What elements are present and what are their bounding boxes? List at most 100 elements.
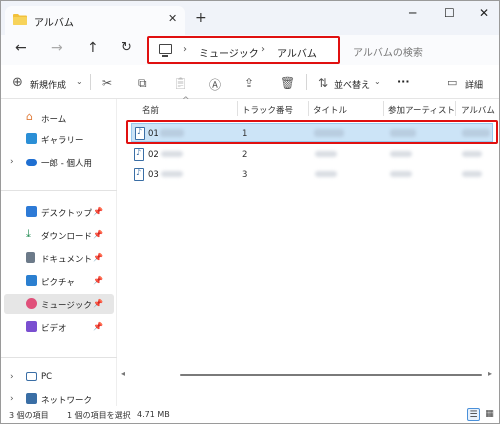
close-window-button[interactable]: ✕ bbox=[479, 6, 489, 20]
file-list: ^ 名前 トラック番号 タイトル 参加アーティスト アルバム 01 1 02 bbox=[118, 96, 499, 406]
breadcrumb-separator: › bbox=[261, 44, 265, 55]
refresh-button[interactable]: ↻ bbox=[121, 40, 132, 55]
table-row[interactable]: 03 3 bbox=[118, 165, 499, 184]
onedrive-icon bbox=[26, 159, 37, 166]
breadcrumb-music[interactable]: ミュージック bbox=[199, 45, 259, 60]
column-header-title[interactable]: タイトル bbox=[313, 104, 347, 116]
details-pane-icon: ▭ bbox=[447, 76, 458, 89]
paste-icon[interactable]: 📋︎ bbox=[173, 76, 188, 90]
folder-icon bbox=[13, 14, 27, 25]
tab-title: アルバム bbox=[34, 18, 74, 29]
sidebar-item-pc[interactable]: › PC bbox=[1, 367, 114, 387]
sidebar-item-pictures[interactable]: ピクチャ 📌 bbox=[1, 271, 114, 291]
scroll-right-icon[interactable]: ▸ bbox=[488, 369, 492, 378]
sidebar-item-label: ダウンロード bbox=[41, 232, 93, 242]
selection-highlight-box bbox=[126, 120, 498, 144]
column-divider[interactable] bbox=[237, 101, 238, 116]
new-tab-button[interactable]: + bbox=[195, 10, 207, 26]
sidebar-item-label: 一郎 - 個人用 bbox=[41, 159, 92, 169]
sidebar-item-downloads[interactable]: ⤓ ダウンロード 📌 bbox=[1, 225, 114, 245]
horizontal-scrollbar[interactable]: ◂ ▸ bbox=[118, 369, 499, 380]
sidebar-item-label: ミュージック bbox=[41, 301, 92, 311]
sidebar-divider bbox=[1, 190, 117, 191]
pin-icon: 📌 bbox=[93, 299, 103, 308]
minimize-button[interactable]: ─ bbox=[409, 6, 416, 20]
column-divider[interactable] bbox=[455, 101, 456, 116]
sort-button[interactable]: 並べ替え bbox=[334, 78, 370, 91]
chevron-right-icon[interactable]: › bbox=[10, 394, 14, 404]
pin-icon: 📌 bbox=[93, 253, 103, 262]
redacted-text bbox=[161, 171, 183, 177]
videos-icon bbox=[26, 321, 37, 332]
column-header-row: ^ 名前 トラック番号 タイトル 参加アーティスト アルバム bbox=[118, 96, 499, 118]
sidebar-item-home[interactable]: ⌂ ホーム bbox=[1, 108, 114, 128]
search-placeholder: アルバムの検索 bbox=[353, 48, 423, 59]
chevron-down-icon[interactable]: ⌄ bbox=[374, 77, 381, 86]
column-header-artist[interactable]: 参加アーティスト bbox=[388, 104, 455, 116]
pin-icon: 📌 bbox=[93, 207, 103, 216]
pin-icon: 📌 bbox=[93, 322, 103, 331]
sidebar-item-label: デスクトップ bbox=[41, 209, 93, 219]
title-bar: アルバム ✕ + ─ ☐ ✕ bbox=[1, 1, 499, 35]
close-tab-icon[interactable]: ✕ bbox=[168, 12, 177, 25]
sidebar-item-label: ネットワーク bbox=[41, 396, 93, 406]
command-bar: ⊕ 新規作成 ⌄ ✂ ⧉ 📋︎ Ⓐ ⇪ 🗑︎ ⇅ 並べ替え ⌄ ··· ▭ 詳細 bbox=[1, 65, 499, 99]
back-button[interactable]: ← bbox=[15, 40, 27, 56]
redacted-text bbox=[390, 151, 412, 157]
chevron-right-icon[interactable]: › bbox=[10, 372, 14, 382]
table-row[interactable]: 02 2 bbox=[118, 145, 499, 164]
share-icon[interactable]: ⇪ bbox=[244, 76, 254, 90]
download-icon: ⤓ bbox=[26, 227, 31, 240]
maximize-button[interactable]: ☐ bbox=[444, 6, 455, 20]
redacted-text bbox=[390, 171, 412, 177]
column-divider[interactable] bbox=[383, 101, 384, 116]
column-divider[interactable] bbox=[308, 101, 309, 116]
status-bar: 3 個の項目 1 個の項目を選択 4.71 MB ☰ ▦ bbox=[1, 406, 499, 423]
forward-button[interactable]: → bbox=[51, 40, 63, 56]
selection-size: 4.71 MB bbox=[137, 410, 170, 419]
scrollbar-thumb[interactable] bbox=[180, 374, 482, 376]
file-explorer-window: アルバム ✕ + ─ ☐ ✕ ← → ↑ ↻ › ミュージック › アルバム ア… bbox=[0, 0, 500, 424]
sidebar-divider bbox=[1, 357, 117, 358]
new-button[interactable]: 新規作成 bbox=[30, 78, 66, 91]
redacted-text bbox=[462, 171, 482, 177]
sidebar-item-desktop[interactable]: デスクトップ 📌 bbox=[1, 202, 114, 222]
sidebar-item-label: ビデオ bbox=[41, 324, 67, 334]
chevron-down-icon[interactable]: ⌄ bbox=[76, 77, 83, 86]
column-header-track[interactable]: トラック番号 bbox=[242, 104, 293, 116]
scroll-left-icon[interactable]: ◂ bbox=[121, 369, 125, 378]
track-number: 3 bbox=[242, 170, 248, 180]
delete-icon[interactable]: 🗑︎ bbox=[280, 76, 295, 90]
search-box[interactable]: アルバムの検索 bbox=[343, 39, 495, 61]
sidebar-item-label: ドキュメント bbox=[41, 255, 93, 265]
sidebar-item-onedrive[interactable]: › 一郎 - 個人用 bbox=[1, 152, 114, 172]
breadcrumb-separator: › bbox=[183, 44, 187, 55]
file-name: 03 bbox=[148, 170, 159, 180]
sidebar-item-music[interactable]: ミュージック 📌 bbox=[4, 294, 114, 314]
sidebar-item-gallery[interactable]: ギャラリー bbox=[1, 129, 114, 149]
address-bar[interactable]: › ミュージック › アルバム bbox=[147, 36, 340, 64]
sidebar-item-videos[interactable]: ビデオ 📌 bbox=[1, 317, 114, 337]
navigation-pane: ⌂ ホーム ギャラリー › 一郎 - 個人用 デスクトップ 📌 ⤓ ダウンロード… bbox=[1, 99, 117, 406]
details-view-icon[interactable]: ☰ bbox=[467, 408, 480, 421]
copy-icon[interactable]: ⧉ bbox=[138, 76, 147, 91]
pictures-icon bbox=[26, 275, 37, 286]
redacted-text bbox=[161, 151, 183, 157]
sidebar-item-documents[interactable]: ドキュメント 📌 bbox=[1, 248, 114, 268]
toolbar-divider bbox=[306, 74, 307, 90]
track-number: 2 bbox=[242, 150, 248, 160]
tab-album[interactable]: アルバム ✕ bbox=[5, 6, 185, 35]
gallery-icon bbox=[26, 133, 37, 144]
tiles-view-icon[interactable]: ▦ bbox=[483, 408, 496, 421]
details-button[interactable]: 詳細 bbox=[465, 78, 483, 91]
breadcrumb-album[interactable]: アルバム bbox=[277, 45, 317, 60]
cut-icon[interactable]: ✂ bbox=[102, 76, 112, 90]
column-header-name[interactable]: 名前 bbox=[142, 104, 159, 116]
rename-icon[interactable]: Ⓐ bbox=[209, 76, 221, 93]
up-button[interactable]: ↑ bbox=[87, 40, 99, 56]
audio-file-icon bbox=[134, 168, 144, 181]
home-icon: ⌂ bbox=[26, 110, 33, 123]
column-header-album[interactable]: アルバム bbox=[461, 104, 495, 116]
chevron-right-icon[interactable]: › bbox=[10, 157, 14, 167]
more-options-button[interactable]: ··· bbox=[397, 75, 410, 88]
